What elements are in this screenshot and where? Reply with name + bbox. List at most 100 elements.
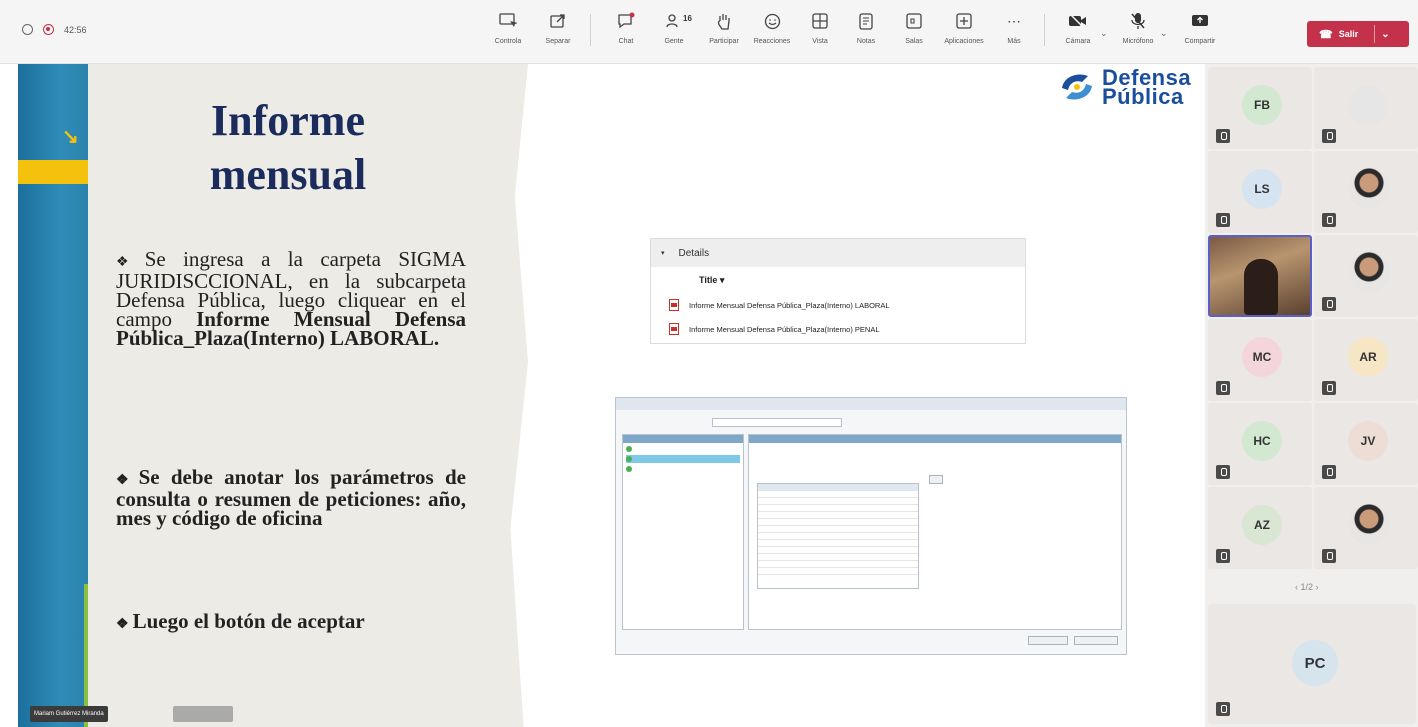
- diamond-bullet-icon: ❖: [116, 617, 129, 632]
- presenter-name-tag: Mariam Gutiérrez Miranda: [30, 706, 108, 722]
- participant-tile-large[interactable]: PC: [1208, 604, 1416, 724]
- participant-avatar: AR: [1348, 337, 1388, 377]
- report-title: Informe Mensual Defensa Pública_Plaza(In…: [689, 324, 880, 334]
- participant-tile[interactable]: [1314, 235, 1418, 317]
- slide-bullet-2: ❖ Se debe anotar los parámetros de consul…: [116, 467, 466, 529]
- next-page-icon[interactable]: ›: [1316, 582, 1319, 592]
- dialog-ok-button: [1028, 636, 1068, 645]
- mic-muted-icon: [1322, 381, 1336, 395]
- participant-tile[interactable]: AR: [1314, 319, 1418, 401]
- reactions-button[interactable]: Reacciones: [748, 10, 796, 56]
- breakout-rooms-button[interactable]: Salas: [890, 10, 938, 56]
- participant-tile[interactable]: [1208, 235, 1312, 317]
- mic-muted-icon: [1322, 549, 1336, 563]
- camera-button[interactable]: Cámara: [1054, 10, 1102, 56]
- notes-button[interactable]: Notas: [842, 10, 890, 56]
- list-item: [758, 540, 918, 547]
- popout-button[interactable]: Separar: [534, 10, 582, 56]
- microphone-label: Micrófono: [1122, 38, 1154, 45]
- people-icon: 16: [663, 10, 692, 32]
- participant-tile[interactable]: MC: [1208, 319, 1312, 401]
- mic-muted-icon: [1322, 465, 1336, 479]
- panel-header: [749, 435, 1121, 443]
- participant-tile[interactable]: LS: [1208, 151, 1312, 233]
- camera-label: Cámara: [1065, 38, 1091, 45]
- participant-avatar: JV: [1348, 421, 1388, 461]
- apps-button[interactable]: Aplicaciones: [940, 10, 988, 56]
- participant-avatar: LS: [1242, 169, 1282, 209]
- remote-control-icon: [497, 10, 519, 32]
- participant-tile[interactable]: [1314, 151, 1418, 233]
- status-dot-icon: [626, 446, 632, 452]
- details-header-label: Details: [678, 247, 710, 259]
- share-button[interactable]: Compartir: [1176, 10, 1224, 56]
- arrow-icon: ↘: [62, 126, 79, 148]
- logo-swirl-icon: [1058, 68, 1096, 106]
- meeting-toolbar: 42:56 Controla Separar Chat 16 Gente Par…: [0, 0, 1418, 64]
- slide-yellow-stripe: [18, 160, 88, 184]
- report-title: Informe Mensual Defensa Pública_Plaza(In…: [689, 300, 890, 310]
- mic-muted-icon: [1216, 213, 1230, 227]
- mic-muted-icon: [1216, 549, 1230, 563]
- shield-icon: [22, 24, 33, 35]
- title-column-header: Title ▾: [699, 275, 724, 286]
- people-button[interactable]: 16 Gente: [650, 10, 698, 56]
- rooms-icon: [903, 10, 925, 32]
- control-label: Controla: [494, 38, 522, 45]
- participant-tile[interactable]: [1314, 487, 1418, 569]
- share-label: Compartir: [1184, 38, 1216, 45]
- participant-photo: [1348, 167, 1390, 209]
- collapse-triangle-icon: ▾: [661, 250, 665, 257]
- view-button[interactable]: Vista: [796, 10, 844, 56]
- defensa-publica-logo: Defensa Pública: [1058, 67, 1191, 109]
- more-button[interactable]: ⋯ Más: [990, 10, 1038, 56]
- notes-label: Notas: [856, 38, 876, 45]
- participant-avatar: HC: [1242, 421, 1282, 461]
- grid-view-icon: [809, 10, 831, 32]
- raise-hand-button[interactable]: Participar: [700, 10, 748, 56]
- participant-photo: [1348, 251, 1390, 293]
- prev-page-icon[interactable]: ‹: [1295, 582, 1298, 592]
- meeting-timer: 42:56: [64, 24, 87, 35]
- camera-options-chevron-icon[interactable]: ⌄: [1100, 28, 1108, 39]
- list-item: [758, 498, 918, 505]
- dialog-cancel-button: [1074, 636, 1118, 645]
- list-item: [758, 561, 918, 568]
- chat-button[interactable]: Chat: [602, 10, 650, 56]
- slide-bullet-1: ❖ Se ingresa a la carpeta SIGMA JURIDISCC…: [116, 249, 466, 349]
- page-indicator: 1/2: [1300, 582, 1314, 592]
- details-panel-screenshot: ▾ Details Title ▾ Informe Mensual Defens…: [650, 238, 1026, 344]
- tree-row: [626, 445, 740, 453]
- participant-tile[interactable]: JV: [1314, 403, 1418, 485]
- chat-label: Chat: [618, 38, 634, 45]
- participant-tile[interactable]: AZ: [1208, 487, 1312, 569]
- control-button[interactable]: Controla: [484, 10, 532, 56]
- participant-tile[interactable]: [1314, 67, 1418, 149]
- list-item: [758, 568, 918, 575]
- sort-caret-icon: ▾: [719, 275, 725, 285]
- chat-icon: [615, 10, 637, 32]
- participant-avatar: PC: [1292, 640, 1338, 686]
- toolbar-divider: [590, 14, 591, 46]
- tree-row-selected: [626, 455, 740, 463]
- gallery-pager[interactable]: ‹ 1/2 ›: [1295, 582, 1319, 592]
- calendar-icon: [929, 475, 943, 484]
- popout-icon: [547, 10, 569, 32]
- status-dot-icon: [626, 466, 632, 472]
- leave-divider: [1374, 25, 1376, 43]
- mic-muted-icon: [1322, 129, 1336, 143]
- participant-tile[interactable]: FB: [1208, 67, 1312, 149]
- shared-content-stage: ↘ Informe mensual ❖ Se ingresa a la carpe…: [0, 64, 1205, 727]
- raise-hand-label: Participar: [709, 38, 739, 45]
- microphone-button[interactable]: Micrófono: [1114, 10, 1162, 56]
- mic-options-chevron-icon[interactable]: ⌄: [1160, 28, 1168, 39]
- pdf-file-icon: [669, 323, 679, 335]
- leave-options-chevron-icon[interactable]: ⌄: [1381, 29, 1389, 40]
- participant-tile[interactable]: HC: [1208, 403, 1312, 485]
- logo-line-2: Pública: [1102, 84, 1184, 109]
- phone-hangup-icon: ☎: [1319, 28, 1333, 41]
- people-count: 16: [683, 14, 692, 23]
- leave-button[interactable]: ☎ Salir ⌄: [1307, 21, 1409, 47]
- participant-gallery: FB LS MC AR HC JV AZ ‹ 1/2 › PC: [1205, 64, 1418, 727]
- list-item: [758, 526, 918, 533]
